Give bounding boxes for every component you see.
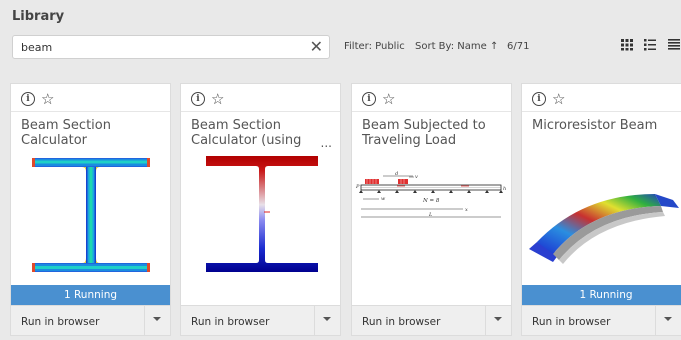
card-divider	[11, 111, 170, 112]
sort-label[interactable]: Sort By: Name ↑	[415, 41, 498, 52]
info-icon[interactable]: i	[191, 92, 205, 106]
label-xp: x	[465, 207, 468, 213]
list-view-icon[interactable]	[642, 36, 658, 52]
beam-section-gradient-thumbnail	[206, 156, 318, 272]
card-title[interactable]: Beam Section Calculator	[21, 118, 161, 148]
chevron-down-icon[interactable]	[323, 317, 331, 321]
label-L: L	[428, 212, 433, 218]
star-icon[interactable]: ☆	[552, 92, 565, 107]
label-N: N = 8	[422, 198, 440, 204]
label-h: h	[503, 186, 506, 192]
run-divider	[485, 306, 486, 335]
card-title[interactable]: Microresistor Beam	[532, 118, 672, 133]
label-w: w	[381, 196, 386, 202]
info-icon[interactable]: i	[532, 92, 546, 106]
run-divider	[144, 306, 145, 335]
chevron-down-icon[interactable]	[153, 317, 161, 321]
app-card[interactable]: i ☆ Microresistor Beam 1 Running Run in …	[521, 83, 681, 336]
run-divider	[314, 306, 315, 335]
run-row: Run in browser	[352, 305, 511, 335]
run-in-browser-button[interactable]: Run in browser	[21, 316, 99, 328]
run-in-browser-button[interactable]: Run in browser	[362, 316, 440, 328]
running-status: 1 Running	[11, 285, 170, 305]
result-count: 6/71	[507, 41, 530, 52]
search-box[interactable]: ✕	[12, 35, 330, 59]
card-title[interactable]: Beam Section Calculator (using	[191, 118, 331, 148]
card-divider	[352, 111, 511, 112]
app-card[interactable]: i ☆ Beam Section Calculator (using ... R…	[180, 83, 341, 336]
chevron-down-icon[interactable]	[494, 317, 502, 321]
label-vp: v	[415, 174, 418, 180]
info-icon[interactable]: i	[362, 92, 376, 106]
app-card[interactable]: i ☆ Beam Subjected to Traveling Load d v…	[351, 83, 512, 336]
run-in-browser-button[interactable]: Run in browser	[532, 316, 610, 328]
traveling-load-diagram-thumbnail: d v P h w N = 8 x L	[355, 171, 506, 218]
star-icon[interactable]: ☆	[211, 92, 224, 107]
run-divider	[655, 306, 656, 335]
beam-section-stress-thumbnail	[32, 158, 150, 272]
grid-view-icon[interactable]	[619, 36, 635, 52]
run-row: Run in browser	[522, 305, 681, 335]
title-ellipsis: ...	[320, 136, 332, 150]
label-P: P	[355, 184, 360, 190]
app-card[interactable]: i ☆ Beam Section Calculator 1 Running Ru…	[10, 83, 171, 336]
star-icon[interactable]: ☆	[41, 92, 54, 107]
microresistor-beam-thumbnail	[529, 194, 679, 264]
library-title: Library	[12, 9, 65, 24]
filter-label[interactable]: Filter: Public	[344, 41, 405, 52]
card-divider	[181, 111, 340, 112]
compact-list-view-icon[interactable]	[666, 36, 681, 52]
run-row: Run in browser	[181, 305, 340, 335]
running-status: 1 Running	[522, 285, 681, 305]
chevron-down-icon[interactable]	[664, 317, 672, 321]
search-input[interactable]	[21, 39, 301, 55]
card-divider	[522, 111, 681, 112]
card-title[interactable]: Beam Subjected to Traveling Load	[362, 118, 502, 148]
info-icon[interactable]: i	[21, 92, 35, 106]
clear-search-icon[interactable]: ✕	[310, 37, 323, 56]
run-in-browser-button[interactable]: Run in browser	[191, 316, 269, 328]
label-d: d	[395, 171, 398, 177]
run-row: Run in browser	[11, 305, 170, 335]
star-icon[interactable]: ☆	[382, 92, 395, 107]
